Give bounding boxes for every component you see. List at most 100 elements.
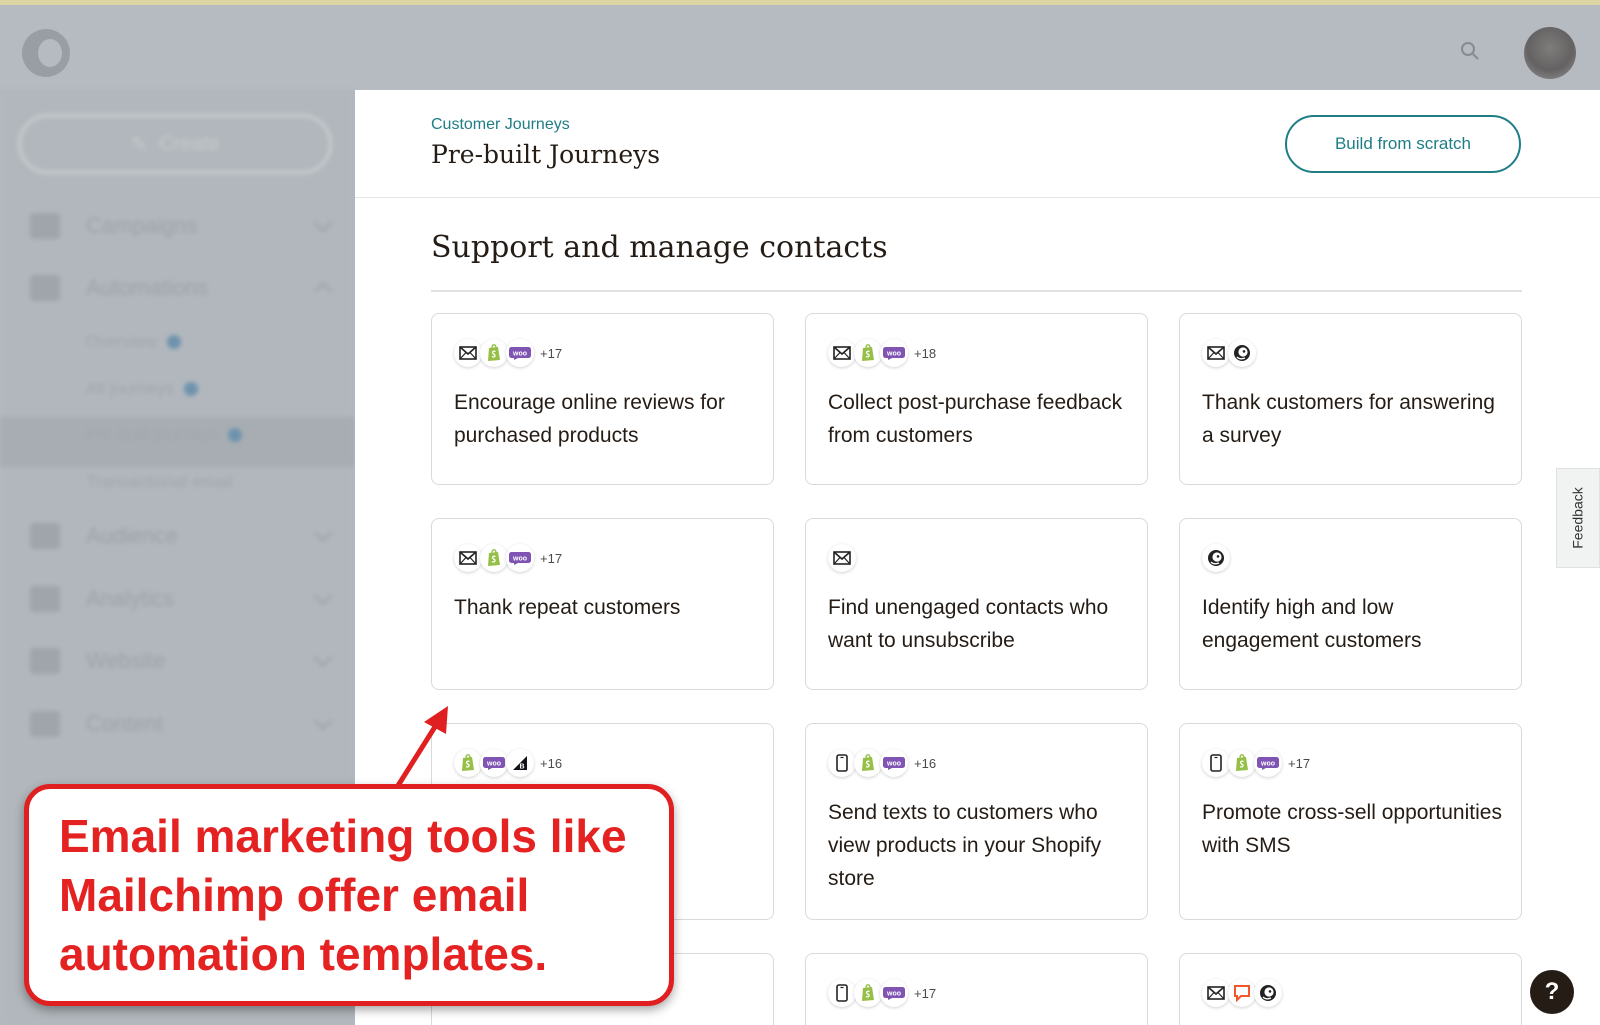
sms-icon: [1202, 749, 1230, 777]
journey-card-title: Thank repeat customers: [454, 596, 681, 619]
subitem-label: Transactional email: [86, 472, 233, 491]
journey-card[interactable]: woo +17 Thank repeat customers: [431, 518, 774, 690]
svg-text:woo: woo: [486, 761, 501, 768]
svg-text:woo: woo: [512, 556, 527, 563]
sidebar-item-label: Analytics: [86, 586, 175, 611]
more-integrations-count: +17: [1288, 755, 1311, 771]
shopify-icon: [480, 339, 508, 367]
sidebar-item-campaigns[interactable]: Campaigns: [30, 210, 333, 242]
subitem-label: Overview: [86, 332, 157, 351]
shopify-icon: [854, 749, 882, 777]
sidebar-subitem-prebuilt-journeys[interactable]: Pre-built journeys: [86, 423, 243, 447]
shopify-icon: [480, 544, 508, 572]
journey-card[interactable]: Identify high and low engagement custome…: [1179, 518, 1522, 690]
audience-icon: [30, 523, 60, 549]
section-title: Support and manage contacts: [431, 230, 888, 265]
create-button[interactable]: ✎ Create: [18, 114, 332, 174]
chevron-up-icon: [313, 281, 333, 301]
mailchimp-icon: [1228, 339, 1256, 367]
sidebar-item-label: Automations: [86, 275, 209, 300]
more-integrations-count: +17: [540, 550, 563, 566]
integration-icons: [1202, 338, 1256, 368]
subitem-label: All journeys: [86, 379, 174, 398]
sidebar-subitem-overview[interactable]: Overview: [86, 330, 181, 354]
sidebar-subitem-all-journeys[interactable]: All journeys: [86, 377, 198, 401]
journey-card[interactable]: woo +17 Promote cross-sell opportunities …: [1179, 723, 1522, 920]
feedback-label: Feedback: [1570, 487, 1587, 549]
chat-icon: [1228, 979, 1256, 1007]
search-icon[interactable]: [1460, 41, 1480, 61]
sidebar-item-label: Content: [86, 711, 164, 736]
build-from-scratch-button[interactable]: Build from scratch: [1285, 115, 1521, 173]
shopify-icon: [854, 979, 882, 1007]
user-avatar[interactable]: [1524, 27, 1576, 79]
woo-icon: woo: [506, 544, 534, 572]
integration-icons: woo +17: [828, 978, 936, 1008]
journey-card[interactable]: woo +18 Collect post-purchase feedback fr…: [805, 313, 1148, 485]
chevron-down-icon: [313, 648, 333, 668]
sidebar-item-analytics[interactable]: Analytics: [30, 583, 333, 615]
journey-card[interactable]: Find unengaged contacts who want to unsu…: [805, 518, 1148, 690]
sidebar-subitem-transactional[interactable]: Transactional email: [86, 470, 233, 494]
mailchimp-logo-icon[interactable]: [22, 29, 70, 77]
journey-card-title: Promote cross-sell opportunities with SM…: [1202, 801, 1502, 857]
help-button[interactable]: ?: [1530, 970, 1574, 1014]
feedback-tab[interactable]: Feedback: [1556, 468, 1600, 568]
svg-text:B: B: [519, 764, 524, 771]
page-header: Customer Journeys Pre-built Journeys Bui…: [355, 90, 1600, 198]
annotation-callout: Email marketing tools like Mailchimp off…: [24, 784, 674, 1006]
more-integrations-count: +17: [540, 345, 563, 361]
journey-card-title: Send texts to customers who view product…: [828, 801, 1102, 890]
more-integrations-count: +16: [914, 755, 937, 771]
woo-icon: woo: [880, 749, 908, 777]
analytics-icon: [30, 586, 60, 612]
new-badge-dot: [183, 382, 198, 396]
top-header: [0, 5, 1600, 90]
svg-text:woo: woo: [886, 351, 901, 358]
sidebar-item-label: Audience: [86, 523, 178, 548]
journey-card[interactable]: woo +17 Encourage online reviews for purc…: [431, 313, 774, 485]
shopify-icon: [1228, 749, 1256, 777]
woo-icon: woo: [880, 979, 908, 1007]
sidebar-item-website[interactable]: Website: [30, 645, 333, 677]
content-icon: [30, 711, 60, 737]
integration-icons: woo +17: [454, 338, 562, 368]
sidebar-item-automations[interactable]: Automations: [30, 272, 333, 304]
bigcommerce-icon: B: [506, 749, 534, 777]
integration-icons: woo +17: [454, 543, 562, 573]
sidebar-item-audience[interactable]: Audience: [30, 520, 333, 552]
section-divider: [431, 290, 1522, 292]
journey-card-title: Thank customers for answering a survey: [1202, 391, 1495, 447]
annotation-text: Email marketing tools like Mailchimp off…: [59, 810, 627, 980]
journey-card[interactable]: Thank customers for answering a survey: [1179, 313, 1522, 485]
sidebar-item-label: Website: [86, 648, 166, 673]
integration-icons: woo B +16: [454, 748, 562, 778]
sms-icon: [828, 749, 856, 777]
email-icon: [828, 544, 856, 572]
sms-icon: [828, 979, 856, 1007]
integration-icons: woo +18: [828, 338, 936, 368]
integration-icons: [1202, 543, 1230, 573]
svg-text:woo: woo: [886, 761, 901, 768]
new-badge-dot: [166, 335, 181, 349]
breadcrumb[interactable]: Customer Journeys: [431, 116, 570, 134]
sidebar-item-content[interactable]: Content: [30, 708, 333, 740]
svg-text:woo: woo: [886, 991, 901, 998]
mailchimp-icon: [1202, 544, 1230, 572]
woo-icon: woo: [506, 339, 534, 367]
journey-card[interactable]: woo +16 Send texts to customers who view …: [805, 723, 1148, 920]
journey-card[interactable]: woo +17: [805, 953, 1148, 1025]
more-integrations-count: +16: [540, 755, 563, 771]
integration-icons: [828, 543, 856, 573]
chevron-down-icon: [313, 213, 333, 233]
woo-icon: woo: [1254, 749, 1282, 777]
svg-text:woo: woo: [1260, 761, 1275, 768]
page-title: Pre-built Journeys: [431, 140, 661, 169]
website-icon: [30, 648, 60, 674]
email-icon: [1202, 339, 1230, 367]
integration-icons: woo +16: [828, 748, 936, 778]
journey-card[interactable]: [1179, 953, 1522, 1025]
more-integrations-count: +17: [914, 985, 937, 1001]
woo-icon: woo: [480, 749, 508, 777]
journey-card-title: Encourage online reviews for purchased p…: [454, 391, 725, 447]
